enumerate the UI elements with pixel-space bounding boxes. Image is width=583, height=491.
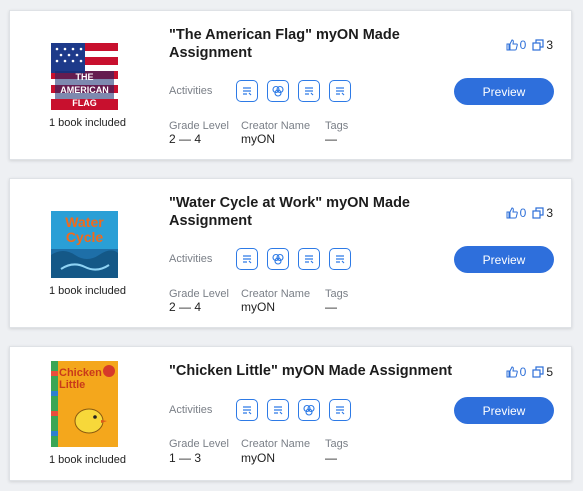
creator-name-label: Creator Name [241,120,311,132]
creator-name-label: Creator Name [241,438,311,450]
books-included-label: 1 book included [48,117,127,129]
tags-value: — [325,132,337,146]
assignment-card: Water Cycle 1 book included "Water Cycle… [9,178,572,328]
grade-level-value: 2 — 4 [169,132,202,146]
thumbs-up-icon [506,39,518,51]
preview-button[interactable]: Preview [454,78,554,105]
like-count: 0 [519,38,527,52]
copy-stat[interactable]: 3 [532,206,553,220]
grade-level-value: 1 — 3 [169,451,202,465]
activities-label: Activities [169,85,213,97]
book-cover-american-flag[interactable]: THE AMERICAN FLAG [51,43,118,110]
assignment-card: THE AMERICAN FLAG 1 book included "The A… [9,10,572,160]
activity-doc-icon[interactable] [329,248,351,270]
creator-name-value: myON [241,451,275,465]
activity-doc-icon[interactable] [236,248,258,270]
copy-stat[interactable]: 5 [532,365,553,379]
preview-button[interactable]: Preview [454,246,554,273]
copy-count: 3 [546,38,553,52]
stats-group: 0 3 [506,38,553,52]
activity-doc-icon[interactable] [329,399,351,421]
like-stat[interactable]: 0 [506,206,527,220]
tags-value: — [325,451,337,465]
activity-doc-icon[interactable] [298,80,320,102]
activity-doc-icon[interactable] [329,80,351,102]
grade-level-label: Grade Level [169,438,229,450]
thumbs-up-icon [506,207,518,219]
activity-doc-icon[interactable] [267,399,289,421]
like-stat[interactable]: 0 [506,38,527,52]
activities-label: Activities [169,253,213,265]
activity-icons [236,80,351,102]
books-included-label: 1 book included [48,285,127,297]
creator-name-label: Creator Name [241,288,311,300]
copy-icon [532,366,544,378]
like-count: 0 [519,206,527,220]
tags-value: — [325,300,337,314]
tags-label: Tags [325,288,349,300]
preview-button[interactable]: Preview [454,397,554,424]
activity-circles-icon[interactable] [267,80,289,102]
grade-level-value: 2 — 4 [169,300,202,314]
book-cover-water-cycle[interactable]: Water Cycle [51,211,118,278]
grade-level-label: Grade Level [169,120,229,132]
creator-name-value: myON [241,300,275,314]
activity-circles-icon[interactable] [298,399,320,421]
stats-group: 0 3 [506,206,553,220]
activities-label: Activities [169,404,213,416]
creator-name-value: myON [241,132,275,146]
copy-stat[interactable]: 3 [532,38,553,52]
copy-icon [532,39,544,51]
assignment-title: "Chicken Little" myON Made Assignment [169,363,453,379]
activity-circles-icon[interactable] [267,248,289,270]
assignment-card: Chicken Little 1 book included "Chicken … [9,346,572,481]
copy-count: 3 [546,206,553,220]
book-cover-title: Water Cycle [65,214,104,245]
activity-doc-icon[interactable] [236,399,258,421]
activity-doc-icon[interactable] [236,80,258,102]
copy-count: 5 [546,365,553,379]
stats-group: 0 5 [506,365,553,379]
books-included-label: 1 book included [48,454,127,466]
like-count: 0 [519,365,527,379]
assignment-title: "Water Cycle at Work" myON Made Assignme… [169,195,410,229]
book-cover-title: THE AMERICAN FLAG [60,72,109,108]
tags-label: Tags [325,438,349,450]
activity-doc-icon[interactable] [298,248,320,270]
assignment-title: "The American Flag" myON Made Assignment [169,27,400,61]
thumbs-up-icon [506,366,518,378]
like-stat[interactable]: 0 [506,365,527,379]
activity-icons [236,248,351,270]
activity-icons [236,399,351,421]
book-cover-chicken-little[interactable]: Chicken Little [51,361,118,447]
copy-icon [532,207,544,219]
grade-level-label: Grade Level [169,288,229,300]
tags-label: Tags [325,120,349,132]
book-cover-title: Chicken Little [59,367,102,391]
